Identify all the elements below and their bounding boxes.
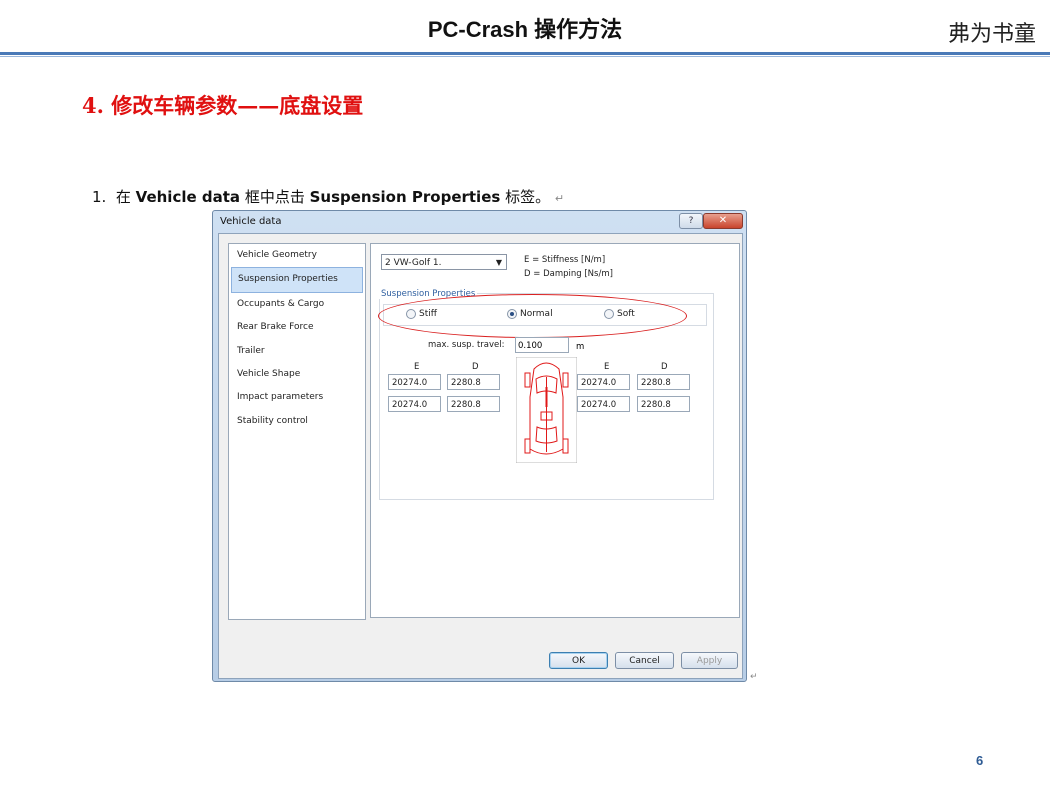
nav-item-vehicle-shape[interactable]: Vehicle Shape	[229, 363, 365, 386]
vehicle-data-dialog: Vehicle data ? ✕ Vehicle Geometry Suspen…	[212, 210, 747, 682]
help-icon[interactable]: ?	[679, 213, 703, 229]
header-rule	[0, 52, 1050, 55]
step-bold-vehicle-data: Vehicle data	[135, 188, 241, 206]
ok-button[interactable]: OK	[549, 652, 608, 669]
suspension-panel: 2 VW-Golf 1. ▼ E = Stiffness [N/m] D = D…	[370, 243, 740, 618]
cancel-button[interactable]: Cancel	[615, 652, 674, 669]
col-header-e-left: E	[414, 362, 420, 372]
travel-label: max. susp. travel:	[428, 340, 505, 350]
step-mid: 框中点击	[244, 188, 305, 206]
dialog-body: Vehicle Geometry Suspension Properties O…	[218, 233, 743, 679]
header-author: 弗为书童	[947, 22, 1036, 47]
travel-input[interactable]: 0.100	[515, 337, 569, 353]
header-title: PC-Crash 操作方法	[427, 17, 623, 42]
col-header-e-right: E	[604, 362, 610, 372]
dialog-title: Vehicle data	[220, 216, 282, 227]
chevron-down-icon: ▼	[495, 258, 502, 267]
col-header-d-left: D	[472, 362, 479, 372]
right-rear-e-field[interactable]: 20274.0	[577, 396, 630, 412]
right-front-d-field[interactable]: 2280.8	[637, 374, 690, 390]
left-front-d-field[interactable]: 2280.8	[447, 374, 500, 390]
travel-unit: m	[576, 342, 585, 352]
step-number: 1.	[92, 188, 107, 206]
section-title: 4. 修改车辆参数——底盘设置	[82, 93, 364, 118]
nav-list: Vehicle Geometry Suspension Properties O…	[228, 243, 366, 620]
nav-item-impact-parameters[interactable]: Impact parameters	[229, 386, 365, 409]
header-rule-thin	[0, 56, 1050, 57]
right-front-e-field[interactable]: 20274.0	[577, 374, 630, 390]
nav-item-suspension-properties[interactable]: Suspension Properties	[231, 267, 363, 293]
highlight-oval	[378, 294, 687, 338]
return-mark-dialog: ↵	[750, 672, 758, 682]
right-rear-d-field[interactable]: 2280.8	[637, 396, 690, 412]
step-instruction: 1. 在 Vehicle data 框中点击 Suspension Proper…	[92, 186, 564, 207]
vehicle-select[interactable]: 2 VW-Golf 1. ▼	[381, 254, 507, 270]
left-front-e-field[interactable]: 20274.0	[388, 374, 441, 390]
car-top-view-icon	[516, 357, 577, 463]
left-rear-d-field[interactable]: 2280.8	[447, 396, 500, 412]
return-mark: ↵	[554, 192, 565, 205]
nav-item-trailer[interactable]: Trailer	[229, 340, 365, 363]
nav-item-vehicle-geometry[interactable]: Vehicle Geometry	[229, 244, 365, 267]
step-post: 标签。	[505, 188, 551, 206]
left-rear-e-field[interactable]: 20274.0	[388, 396, 441, 412]
close-icon[interactable]: ✕	[703, 213, 743, 229]
col-header-d-right: D	[661, 362, 668, 372]
vehicle-select-value: 2 VW-Golf 1.	[385, 258, 442, 268]
nav-item-rear-brake-force[interactable]: Rear Brake Force	[229, 316, 365, 339]
nav-item-stability-control[interactable]: Stability control	[229, 410, 365, 433]
step-pre: 在	[115, 188, 131, 206]
nav-item-occupants-cargo[interactable]: Occupants & Cargo	[229, 293, 365, 316]
legend-stiffness: E = Stiffness [N/m]	[524, 255, 606, 265]
page-number: 6	[976, 753, 984, 768]
apply-button[interactable]: Apply	[681, 652, 738, 669]
legend-damping: D = Damping [Ns/m]	[524, 269, 613, 279]
step-bold-suspension: Suspension Properties	[309, 188, 501, 206]
